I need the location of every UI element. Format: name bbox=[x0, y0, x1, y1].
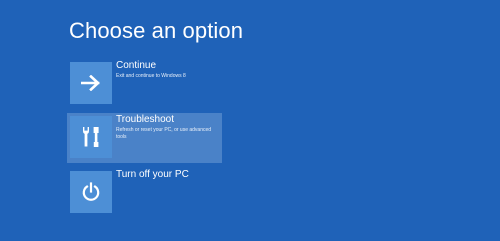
arrow-right-icon bbox=[81, 75, 101, 91]
power-icon bbox=[81, 182, 101, 202]
continue-tile bbox=[70, 62, 112, 104]
option-label: Continue bbox=[116, 60, 157, 71]
troubleshoot-option[interactable]: Troubleshoot Refresh or reset your PC, o… bbox=[67, 113, 222, 163]
option-description: Exit and continue to Windows 8 bbox=[116, 73, 186, 79]
troubleshoot-tile bbox=[70, 116, 112, 158]
options-list: Continue Exit and continue to Windows 8 … bbox=[0, 0, 500, 241]
tools-icon bbox=[81, 126, 101, 148]
continue-option[interactable]: Continue Exit and continue to Windows 8 bbox=[67, 59, 222, 109]
option-label: Troubleshoot bbox=[116, 114, 174, 125]
option-label: Turn off your PC bbox=[116, 169, 189, 180]
turn-off-tile bbox=[70, 171, 112, 213]
turn-off-option[interactable]: Turn off your PC bbox=[67, 168, 222, 218]
option-description: Refresh or reset your PC, or use advance… bbox=[116, 127, 212, 140]
